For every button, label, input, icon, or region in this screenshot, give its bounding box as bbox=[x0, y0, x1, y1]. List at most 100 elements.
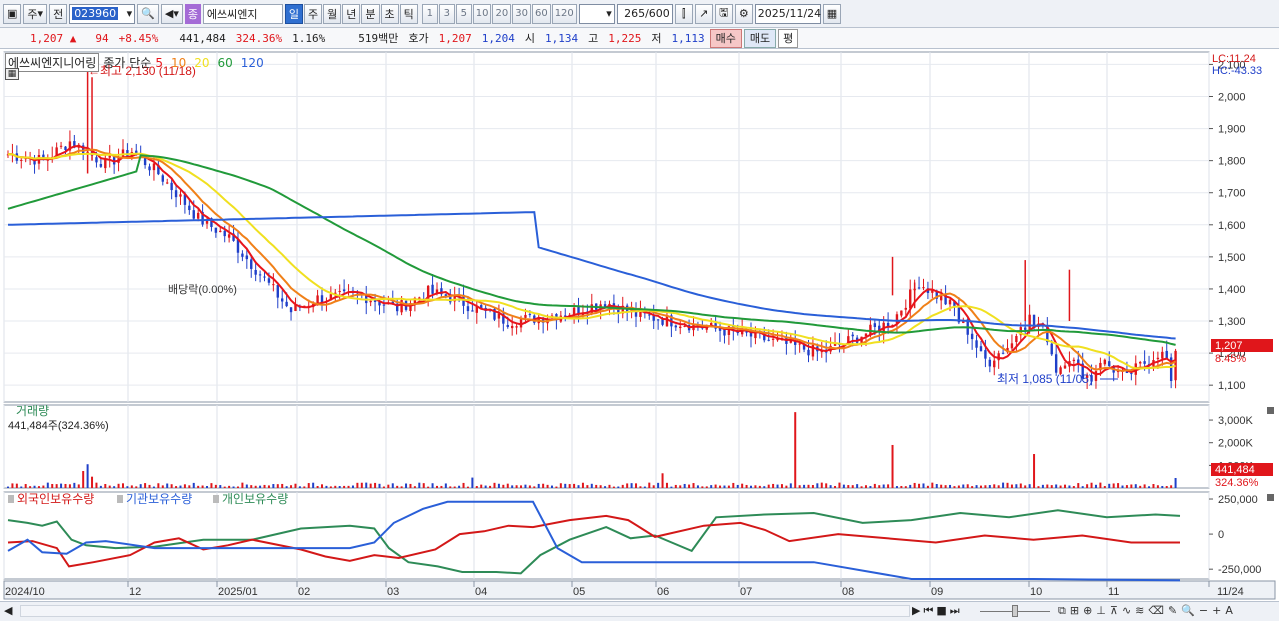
volume-ratio: 324.36% bbox=[235, 31, 283, 45]
date-field[interactable]: 2025/11/24 bbox=[754, 3, 821, 24]
copy-icon[interactable]: ⧉ bbox=[1058, 604, 1066, 618]
volume-bar bbox=[825, 483, 828, 488]
erase-icon[interactable]: ⌫ bbox=[1148, 604, 1164, 618]
chevron-down-icon[interactable]: ▾ bbox=[127, 7, 133, 20]
volume-bar bbox=[1059, 485, 1062, 488]
search-icon[interactable]: 🔍 bbox=[137, 3, 159, 24]
interval-button-60[interactable]: 60 bbox=[531, 3, 551, 24]
font-icon[interactable]: A bbox=[1225, 604, 1233, 618]
interval-button-3[interactable]: 3 bbox=[438, 3, 455, 24]
period-tab-3[interactable]: 년 bbox=[342, 3, 361, 24]
play-next-icon[interactable]: ▶ bbox=[912, 604, 920, 618]
volume-bar bbox=[104, 483, 107, 488]
vol-last-pct: 324.36% bbox=[1215, 477, 1259, 489]
ma-period-20: 20 bbox=[194, 55, 210, 70]
table-icon[interactable]: ▦ bbox=[5, 68, 19, 80]
volume-bar bbox=[484, 485, 487, 488]
ruler-icon[interactable]: ⊥ bbox=[1096, 604, 1106, 618]
period-tab-6[interactable]: 틱 bbox=[399, 3, 418, 24]
chart-area[interactable]: 2024/10 12 2025/01 02 03 04 05 06 07 08 09 10 11 11/2… bbox=[0, 50, 1279, 601]
grid-icon[interactable]: ⊞ bbox=[1070, 604, 1079, 618]
candle-body bbox=[258, 274, 262, 276]
volume-bar bbox=[73, 482, 76, 488]
stop-icon[interactable]: ■ bbox=[936, 604, 946, 618]
skip-forward-icon[interactable]: ⏭ bbox=[950, 604, 960, 618]
volume-bar bbox=[175, 486, 178, 488]
trend-icon[interactable]: ⊼ bbox=[1110, 604, 1118, 618]
candle-body bbox=[188, 205, 191, 211]
scroll-track[interactable] bbox=[20, 605, 910, 617]
buy-button[interactable]: 매수 bbox=[709, 28, 742, 48]
volume-bar bbox=[550, 485, 553, 488]
period-tab-5[interactable]: 초 bbox=[380, 3, 399, 24]
interval-button-20[interactable]: 20 bbox=[492, 3, 512, 24]
scroll-left-icon[interactable]: ◀ bbox=[4, 604, 14, 618]
candle-type-icon[interactable]: ⫿ bbox=[674, 3, 693, 24]
gear-icon[interactable]: ⚙ bbox=[734, 3, 753, 24]
minus-icon[interactable]: − bbox=[1199, 604, 1208, 618]
volume-bar bbox=[378, 483, 381, 488]
volume-bar bbox=[1156, 485, 1159, 488]
plus-icon[interactable]: + bbox=[1212, 604, 1221, 618]
volume-bar bbox=[99, 485, 102, 488]
volume-bar bbox=[382, 486, 385, 488]
period-tab-1[interactable]: 주 bbox=[304, 3, 323, 24]
volume-bar bbox=[984, 485, 987, 488]
volume-bar bbox=[599, 485, 602, 488]
volume-bar bbox=[626, 483, 629, 488]
lc-label: LC:11.24 bbox=[1212, 53, 1256, 65]
volume-bar bbox=[1108, 483, 1111, 488]
skip-back-icon[interactable]: ⏮ bbox=[923, 604, 933, 618]
draw-tool-icon[interactable]: ↗ bbox=[694, 3, 713, 24]
candle-body bbox=[1103, 359, 1107, 365]
candle-body bbox=[510, 325, 514, 329]
count-field[interactable]: 265/600 bbox=[616, 3, 673, 24]
volume-bar bbox=[139, 484, 142, 488]
interval-button-5[interactable]: 5 bbox=[455, 3, 472, 24]
save-icon[interactable]: 🖫 bbox=[714, 3, 733, 24]
volume-bar bbox=[290, 485, 293, 488]
volume-bar bbox=[979, 485, 982, 488]
chart-canvas[interactable]: 2024/10 12 2025/01 02 03 04 05 06 07 08 09 10 11 11/2… bbox=[0, 50, 1279, 601]
crosshair-icon[interactable]: ⊕ bbox=[1083, 604, 1092, 618]
volume-bar bbox=[758, 485, 761, 488]
interval-button-120[interactable]: 120 bbox=[551, 3, 577, 24]
stock-name-field[interactable]: 에쓰씨엔지 bbox=[202, 3, 283, 24]
volume-bar bbox=[696, 485, 699, 488]
candle-body bbox=[683, 325, 686, 327]
market-select[interactable]: 주 ▾ bbox=[23, 3, 48, 24]
interval-button-1[interactable]: 1 bbox=[421, 3, 438, 24]
volume-title: 거래량 bbox=[16, 404, 49, 418]
interval-button-30[interactable]: 30 bbox=[512, 3, 531, 24]
market-label: 주 bbox=[27, 7, 38, 21]
draw-icon[interactable]: ∿ bbox=[1122, 604, 1131, 618]
window-icon[interactable]: ▣ bbox=[3, 3, 22, 24]
volume-bar bbox=[586, 485, 589, 488]
sell-button[interactable]: 매도 bbox=[743, 28, 777, 48]
volume-bar bbox=[1125, 485, 1128, 488]
volume-bar bbox=[360, 482, 363, 488]
volume-bar bbox=[166, 483, 169, 488]
fibo-icon[interactable]: ≋ bbox=[1135, 604, 1144, 618]
interval-button-10[interactable]: 10 bbox=[472, 3, 492, 24]
speaker-icon[interactable]: ◀▾ bbox=[160, 3, 183, 24]
volume-bar bbox=[918, 483, 921, 488]
average-button[interactable]: 평 bbox=[778, 28, 799, 48]
volume-bar bbox=[1081, 486, 1084, 488]
calendar-icon[interactable]: ▦ bbox=[822, 3, 842, 24]
candle-body bbox=[1165, 350, 1168, 359]
period-tab-4[interactable]: 분 bbox=[361, 3, 380, 24]
volume-bar bbox=[581, 482, 584, 488]
period-tab-2[interactable]: 월 bbox=[323, 3, 342, 24]
volume-bar bbox=[502, 484, 505, 488]
prefix-button[interactable]: 전 bbox=[49, 3, 68, 24]
period-tab-0[interactable]: 일 bbox=[284, 3, 303, 24]
code-input[interactable]: 023960 ▾ bbox=[69, 3, 136, 24]
interval-dropdown[interactable]: ▾ bbox=[578, 3, 615, 24]
volume-bar bbox=[121, 483, 124, 488]
volume-bar bbox=[312, 482, 315, 488]
volume-bar bbox=[343, 485, 346, 488]
brush-icon[interactable]: ✎ bbox=[1168, 604, 1177, 618]
zoom-icon[interactable]: 🔍 bbox=[1181, 604, 1195, 618]
zoom-slider-handle[interactable] bbox=[1012, 605, 1018, 617]
